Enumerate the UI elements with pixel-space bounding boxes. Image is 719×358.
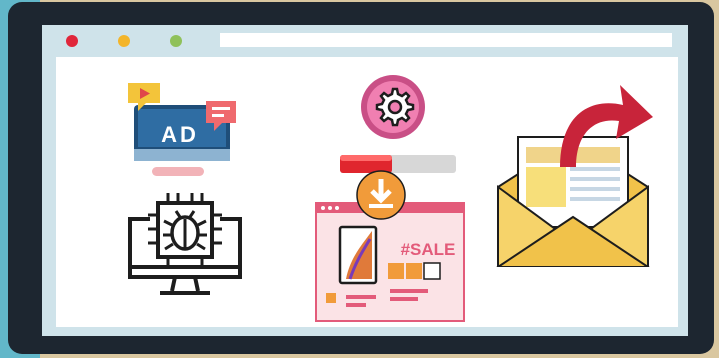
sale-label: #SALE: [401, 240, 456, 259]
bug-chip-monitor-icon: [128, 193, 242, 295]
maximize-button[interactable]: [170, 35, 182, 47]
content-area: AD #SALE: [56, 57, 678, 327]
open-envelope-share-icon: [496, 85, 653, 267]
ad-monitor-icon: AD: [128, 83, 236, 176]
ad-label: AD: [161, 122, 199, 147]
title-bar: [42, 25, 688, 55]
sale-webpage-download-icon: #SALE: [315, 170, 465, 322]
minimize-button[interactable]: [118, 35, 130, 47]
close-button[interactable]: [66, 35, 78, 47]
address-bar[interactable]: [220, 33, 672, 47]
browser-window: AD #SALE: [40, 23, 690, 338]
gear-progress-icon: [340, 75, 456, 173]
